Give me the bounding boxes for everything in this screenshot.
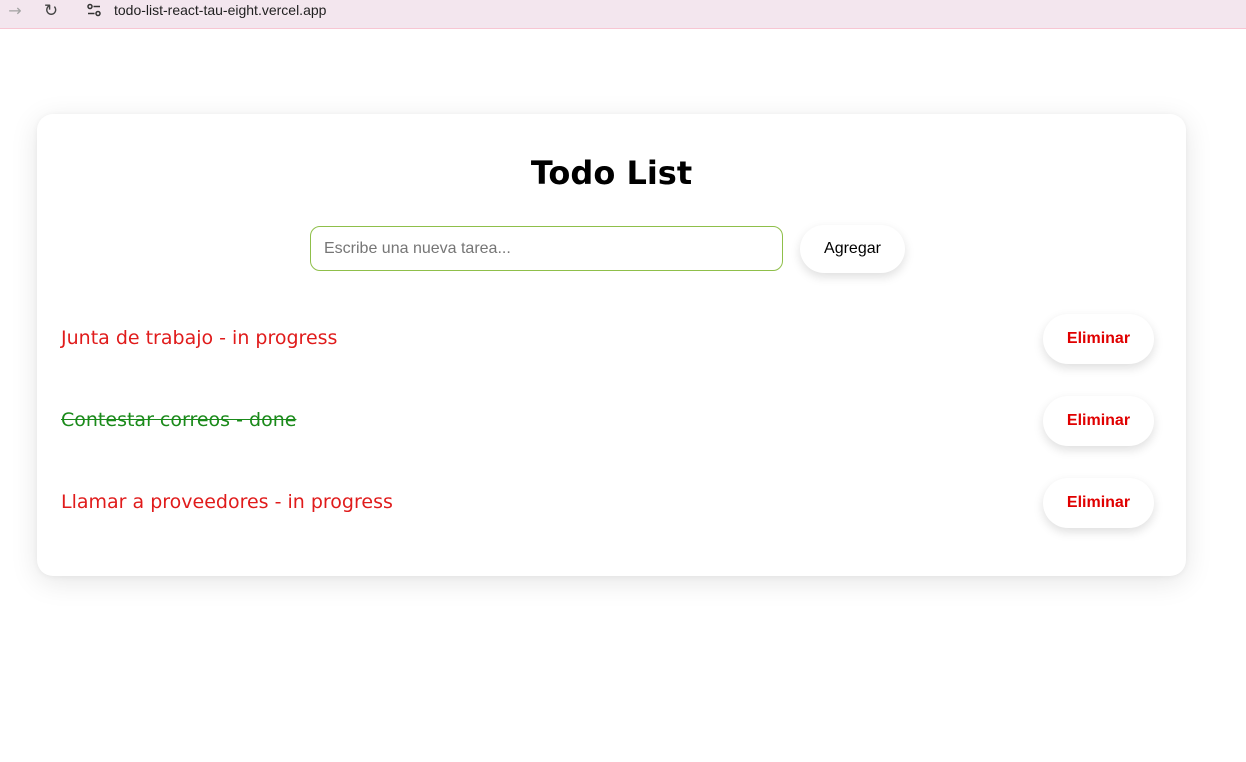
delete-task-button[interactable]: Eliminar [1043,314,1154,364]
task-item: Junta de trabajo - in progress Eliminar [61,314,1154,396]
delete-task-button[interactable]: Eliminar [1043,396,1154,446]
browser-toolbar: → ↻ todo-list-react-tau-eight.vercel.app [0,0,1246,29]
arrow-right-icon[interactable]: → [6,0,24,22]
task-list: Junta de trabajo - in progress Eliminar … [61,314,1154,560]
task-text[interactable]: Junta de trabajo - in progress [61,327,337,349]
site-settings-icon[interactable] [86,2,102,18]
delete-task-button[interactable]: Eliminar [1043,478,1154,528]
reload-icon[interactable]: ↻ [42,0,60,22]
task-item: Llamar a proveedores - in progress Elimi… [61,478,1154,560]
task-item: Contestar correos - done Eliminar [61,396,1154,478]
add-task-button[interactable]: Agregar [800,225,905,273]
task-text[interactable]: Contestar correos - done [61,409,296,431]
address-bar[interactable]: todo-list-react-tau-eight.vercel.app [78,0,1246,22]
todo-card: Todo List Agregar Junta de trabajo - in … [37,114,1186,576]
task-text[interactable]: Llamar a proveedores - in progress [61,491,393,513]
url-text[interactable]: todo-list-react-tau-eight.vercel.app [114,2,326,18]
page-title: Todo List [530,154,693,192]
new-task-input[interactable] [310,226,783,271]
